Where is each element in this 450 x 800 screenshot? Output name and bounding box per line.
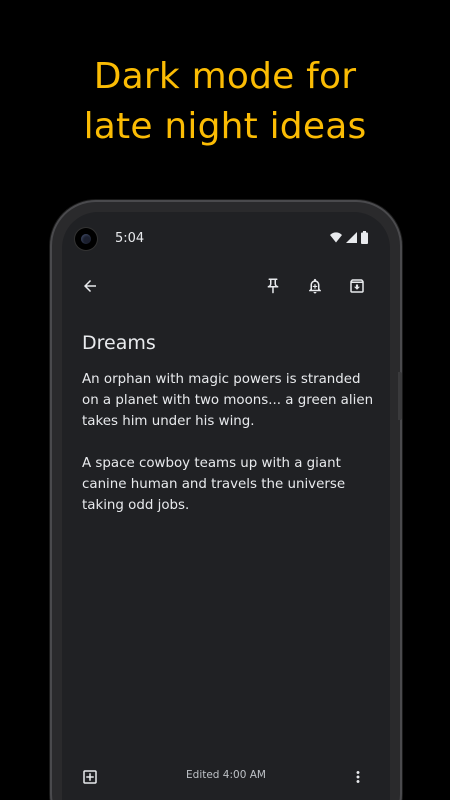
note-paragraph: An orphan with magic powers is stranded …: [82, 372, 374, 429]
pin-button[interactable]: [255, 268, 291, 304]
note-editor-screen: 5:04 Dreams An orphan with magic powers …: [62, 212, 390, 800]
reminder-button[interactable]: [297, 268, 333, 304]
note-body[interactable]: An orphan with magic powers is stranded …: [82, 369, 374, 537]
more-options-button[interactable]: [343, 762, 373, 792]
promo-headline-line1: Dark mode for: [93, 56, 357, 97]
archive-icon: [350, 279, 364, 293]
back-button[interactable]: [72, 268, 108, 304]
status-time: 5:04: [115, 231, 145, 246]
reminder-add-icon: [309, 278, 321, 294]
more-vert-icon: [356, 771, 360, 783]
wifi-icon: [330, 232, 342, 243]
phone-side-button: [398, 372, 402, 420]
archive-button[interactable]: [339, 268, 375, 304]
battery-icon: [361, 231, 368, 244]
arrow-back-icon: [84, 280, 96, 292]
note-paragraph: A space cowboy teams up with a giant can…: [82, 456, 346, 513]
promo-headline-line2: late night ideas: [83, 106, 367, 147]
note-title[interactable]: Dreams: [82, 332, 156, 354]
pin-icon: [267, 278, 279, 294]
front-camera: [75, 228, 97, 250]
promo-headline: Dark mode for late night ideas: [0, 52, 450, 152]
edited-timestamp: Edited 4:00 AM: [186, 769, 266, 781]
status-icons: [330, 231, 368, 244]
signal-icon: [346, 232, 357, 243]
